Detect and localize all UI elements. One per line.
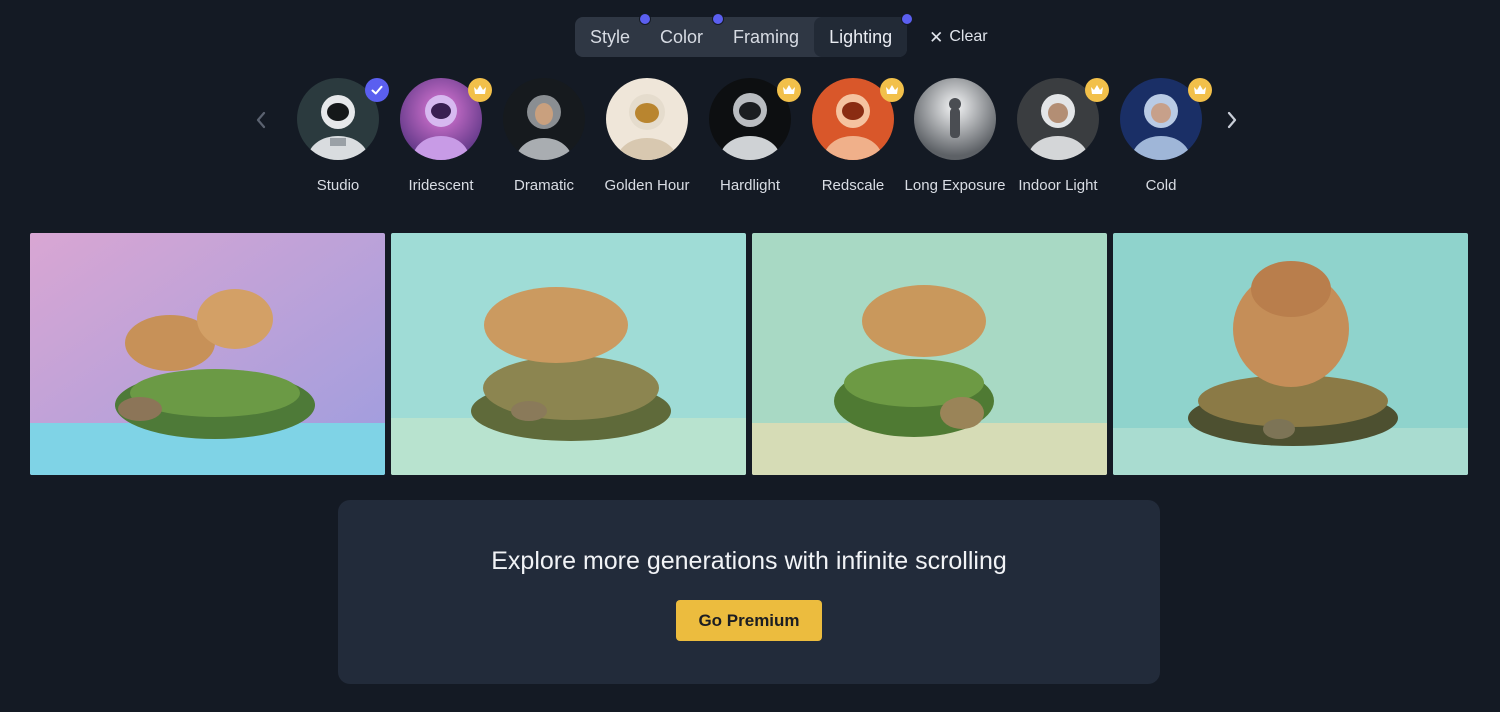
active-filter-dot — [901, 13, 914, 25]
generated-image-3[interactable] — [752, 233, 1107, 475]
generated-image-4[interactable] — [1113, 233, 1468, 475]
style-thumbnail — [297, 78, 389, 160]
carousel-next-button[interactable] — [1220, 106, 1244, 134]
astronaut-thumbnail — [914, 78, 996, 160]
close-icon: ✕ — [929, 27, 944, 47]
tab-lighting[interactable]: Lighting — [814, 13, 914, 57]
tab-label: Style — [590, 26, 631, 47]
style-option-cold[interactable]: Cold — [1106, 78, 1216, 195]
style-label: Studio — [316, 177, 360, 194]
carousel-prev-button[interactable] — [249, 106, 273, 134]
checkmark-icon — [371, 85, 383, 95]
page: Style Color Framing Lighting ✕ Clear Stu… — [0, 0, 1500, 712]
style-thumbnail — [606, 78, 688, 160]
generated-image-1[interactable] — [30, 233, 385, 475]
chevron-right-icon — [1227, 111, 1237, 129]
filter-tabs: Style Color Framing Lighting — [575, 13, 914, 57]
crown-icon — [783, 85, 795, 94]
tab-label: Lighting — [829, 26, 893, 47]
style-option-dramatic[interactable]: Dramatic — [489, 78, 599, 195]
style-label: Cold — [1145, 177, 1177, 194]
tab-framing[interactable]: Framing — [718, 17, 814, 57]
style-label: Indoor Light — [1018, 177, 1098, 194]
style-option-iridescent[interactable]: Iridescent — [386, 78, 496, 195]
style-thumbnail — [1017, 78, 1109, 160]
premium-title: Explore more generations with infinite s… — [491, 547, 1007, 575]
tab-label: Color — [660, 26, 704, 47]
chevron-left-icon — [256, 111, 266, 129]
style-label: Golden Hour — [604, 177, 690, 194]
style-option-golden-hour[interactable]: Golden Hour — [592, 78, 702, 195]
tab-label: Framing — [733, 26, 800, 47]
style-thumbnail — [503, 78, 585, 160]
crown-icon — [474, 85, 486, 94]
style-option-indoor-light[interactable]: Indoor Light — [1003, 78, 1113, 195]
style-option-redscale[interactable]: Redscale — [798, 78, 908, 195]
style-label: Dramatic — [513, 177, 574, 194]
style-option-hardlight[interactable]: Hardlight — [695, 78, 805, 195]
clear-button[interactable]: ✕ Clear — [929, 28, 987, 46]
tab-style[interactable]: Style — [575, 13, 652, 57]
clear-label: Clear — [949, 28, 988, 45]
crown-icon — [1091, 85, 1103, 94]
style-option-studio[interactable]: Studio — [283, 78, 393, 195]
filter-bar: Style Color Framing Lighting ✕ Clear — [575, 13, 988, 57]
crown-icon — [1194, 85, 1206, 94]
style-thumbnail — [400, 78, 492, 160]
generated-image-2[interactable] — [391, 233, 746, 475]
style-option-long-exposure[interactable]: Long Exposure — [900, 78, 1010, 195]
style-thumbnail — [812, 78, 904, 160]
go-premium-button[interactable]: Go Premium — [676, 600, 822, 641]
style-thumbnail — [1120, 78, 1212, 160]
style-thumbnail — [709, 78, 801, 160]
style-label: Redscale — [821, 177, 885, 194]
crown-icon — [886, 85, 898, 94]
style-label: Iridescent — [408, 177, 474, 194]
premium-upsell-card: Explore more generations with infinite s… — [338, 500, 1160, 684]
style-label: Hardlight — [719, 177, 781, 194]
astronaut-thumbnail — [606, 78, 688, 160]
style-label: Long Exposure — [904, 177, 1006, 194]
astronaut-thumbnail — [503, 78, 585, 160]
premium-badge — [1188, 78, 1212, 102]
style-thumbnail — [914, 78, 996, 160]
tab-color[interactable]: Color — [645, 13, 725, 57]
